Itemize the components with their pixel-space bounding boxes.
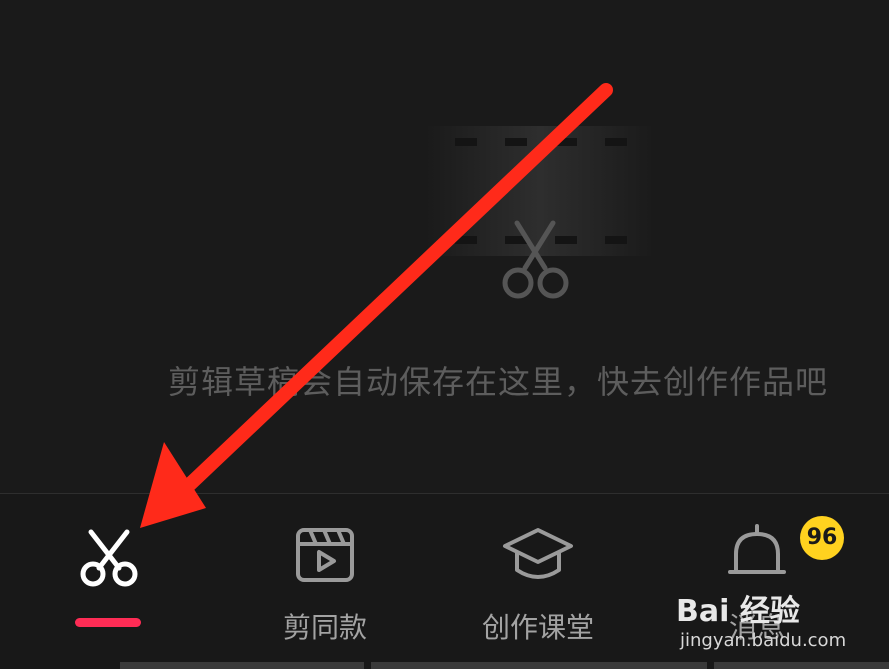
tab-course-label: 创作课堂 bbox=[481, 611, 594, 644]
drafts-area: 剪辑草稿会自动保存在这里，快去创作作品吧 bbox=[0, 0, 889, 493]
watermark-brand: Bai 经验 bbox=[676, 594, 800, 629]
graduation-cap-icon bbox=[503, 528, 573, 579]
empty-drafts-message: 剪辑草稿会自动保存在这里，快去创作作品吧 bbox=[168, 363, 829, 401]
scissors-icon bbox=[80, 529, 138, 587]
watermark-url: jingyan.baidu.com bbox=[680, 630, 847, 651]
tab-templates-label: 剪同款 bbox=[282, 611, 367, 644]
bell-icon bbox=[728, 524, 786, 574]
clapperboard-play-icon bbox=[296, 528, 354, 582]
tab-templates[interactable]: 剪同款 bbox=[240, 494, 410, 654]
tab-course[interactable]: 创作课堂 bbox=[453, 494, 623, 654]
bottom-strip-1 bbox=[120, 662, 364, 669]
tab-edit[interactable] bbox=[24, 494, 194, 654]
active-tab-indicator bbox=[75, 618, 141, 627]
bottom-strip-2 bbox=[371, 662, 707, 669]
film-scissors-illustration bbox=[425, 126, 655, 299]
messages-unread-badge: 96 bbox=[800, 516, 844, 560]
baidu-jingyan-watermark: Bai 经验 jingyan.baidu.com bbox=[676, 586, 876, 666]
